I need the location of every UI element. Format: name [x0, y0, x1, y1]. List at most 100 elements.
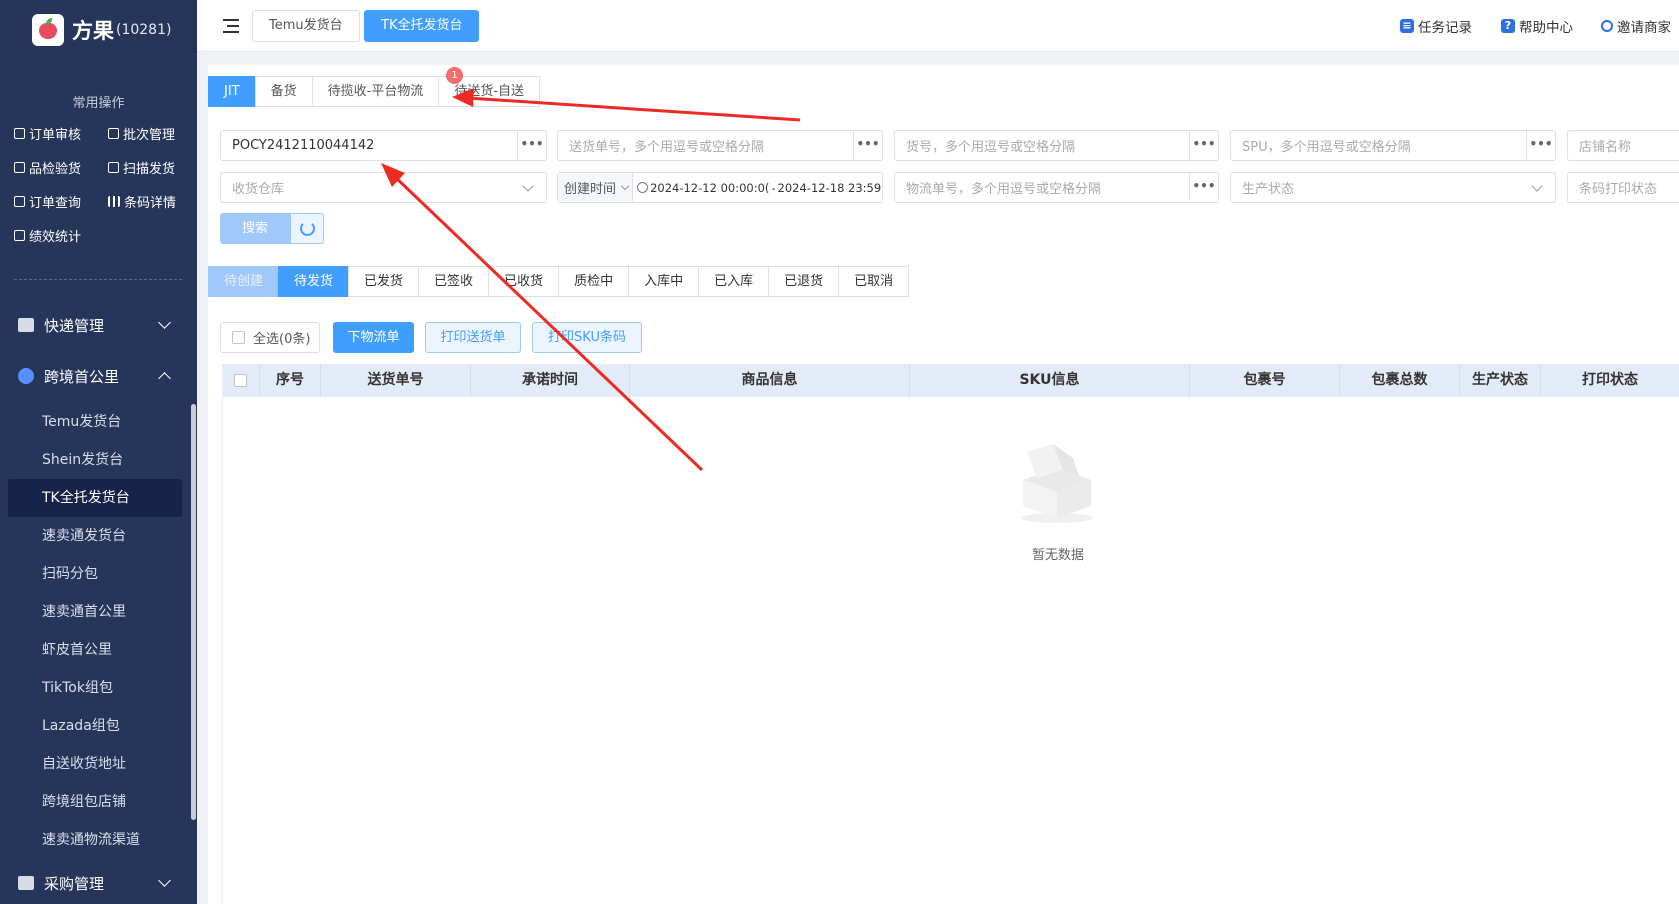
sidebar-item-self-address[interactable]: 自送收货地址: [0, 745, 197, 783]
date-type-label: 创建时间: [564, 182, 617, 197]
shop-field[interactable]: 店铺名称: [1567, 130, 1679, 161]
more-icon[interactable]: •••: [1189, 131, 1218, 160]
checkbox-icon[interactable]: [232, 331, 245, 344]
sidebar-item-scan-split[interactable]: 扫码分包: [0, 555, 197, 593]
help-center-link[interactable]: ? 帮助中心: [1501, 16, 1573, 36]
delivery-no-field[interactable]: 送货单号，多个用逗号或空格分隔 •••: [557, 130, 883, 161]
search-button[interactable]: 搜索: [220, 213, 290, 244]
status-tab-signed[interactable]: 已签收: [418, 266, 490, 297]
menu-group-label: 采购管理: [44, 874, 105, 893]
date-range-input[interactable]: 2024-12-12 00:00:0( - 2024-12-18 23:59:5…: [633, 181, 882, 195]
user-icon: [1601, 20, 1613, 32]
barcode-print-status-select[interactable]: 条码打印状态: [1567, 172, 1679, 203]
order-no-input[interactable]: POCY2412110044142: [221, 138, 517, 153]
status-tab-shipped[interactable]: 已发货: [348, 266, 420, 297]
order-no-field[interactable]: POCY2412110044142 •••: [220, 130, 547, 161]
sidebar-item-aliexpress-channel[interactable]: 速卖通物流渠道: [0, 821, 197, 859]
column-header: 商品信息: [630, 364, 910, 397]
clock-icon: [637, 182, 649, 193]
production-status-select[interactable]: 生产状态: [1230, 172, 1556, 203]
tab-pending-pickup[interactable]: 待揽收-平台物流: [311, 76, 440, 107]
spu-field[interactable]: SPU，多个用逗号或空格分隔 •••: [1230, 130, 1556, 161]
sidebar-item-pack-shop[interactable]: 跨境组包店铺: [0, 783, 197, 821]
create-logistics-button[interactable]: 下物流单: [333, 322, 414, 353]
chevron-down-icon: [158, 874, 171, 887]
status-tab-inspecting[interactable]: 质检中: [558, 266, 630, 297]
sidebar-item-temu[interactable]: Temu发货台: [0, 403, 197, 441]
status-tab-received[interactable]: 已收货: [488, 266, 560, 297]
audit-icon: [14, 128, 25, 139]
calendar-icon: [18, 318, 34, 332]
task-log-link[interactable]: ≡ 任务记录: [1400, 16, 1472, 36]
more-icon[interactable]: •••: [517, 131, 546, 160]
scan-icon: [108, 162, 119, 173]
help-icon: ?: [1501, 19, 1515, 33]
invite-label: 邀请商家: [1617, 20, 1671, 36]
checkbox-icon[interactable]: [234, 373, 247, 387]
warehouse-select[interactable]: 收货仓库: [220, 172, 547, 203]
chevron-up-icon: [158, 372, 171, 385]
date-type-select[interactable]: 创建时间: [558, 173, 634, 202]
menu-toggle-icon[interactable]: [223, 19, 239, 33]
barcode-print-status-placeholder: 条码打印状态: [1579, 182, 1658, 197]
quick-op-barcode[interactable]: 条码详情: [108, 192, 189, 211]
status-tab-to-ship[interactable]: 待发货: [278, 266, 350, 297]
print-sku-button[interactable]: 打印SKU条码: [532, 322, 642, 353]
shop-input[interactable]: 店铺名称: [1568, 136, 1679, 155]
sidebar-scrollbar[interactable]: [191, 404, 196, 820]
tab-stock[interactable]: 备货: [254, 76, 313, 107]
menu-group-crossborder[interactable]: 跨境首公里: [0, 353, 197, 399]
logistics-no-input[interactable]: 物流单号，多个用逗号或空格分隔: [895, 178, 1189, 197]
more-icon[interactable]: •••: [853, 131, 882, 160]
spu-input[interactable]: SPU，多个用逗号或空格分隔: [1231, 136, 1526, 155]
table-header: 序号 送货单号 承诺时间 商品信息 SKU信息 包裹号 包裹总数 生产状态 打印…: [222, 364, 1679, 397]
print-delivery-button[interactable]: 打印送货单: [425, 322, 521, 353]
sidebar-item-tk[interactable]: TK全托发货台: [8, 479, 182, 517]
invite-link[interactable]: 邀请商家: [1601, 16, 1671, 36]
quick-op-order-audit[interactable]: 订单审核: [14, 124, 108, 143]
logistics-no-field[interactable]: 物流单号，多个用逗号或空格分隔 •••: [894, 172, 1219, 203]
more-icon[interactable]: •••: [1526, 131, 1555, 160]
status-tab-warehoused[interactable]: 已入库: [698, 266, 770, 297]
tab-jit[interactable]: JIT: [208, 76, 256, 107]
sidebar-item-shopee-firstmile[interactable]: 虾皮首公里: [0, 631, 197, 669]
delivery-no-input[interactable]: 送货单号，多个用逗号或空格分隔: [558, 136, 853, 155]
sidebar-divider: [14, 279, 182, 280]
status-tab-to-create[interactable]: 待创建: [208, 266, 280, 297]
quick-op-order-query[interactable]: 订单查询: [14, 192, 108, 211]
item-no-input[interactable]: 货号，多个用逗号或空格分隔: [895, 136, 1189, 155]
sidebar-item-shein[interactable]: Shein发货台: [0, 441, 197, 479]
status-tab-warehousing[interactable]: 入库中: [628, 266, 700, 297]
table-body: [222, 397, 1679, 904]
column-header: 包裹号: [1190, 364, 1340, 397]
sidebar-item-lazada-pack[interactable]: Lazada组包: [0, 707, 197, 745]
quick-op-inspect[interactable]: 品检验货: [14, 158, 108, 177]
quick-op-label: 订单查询: [29, 196, 82, 211]
sidebar-item-aliexpress-firstmile[interactable]: 速卖通首公里: [0, 593, 197, 631]
item-no-field[interactable]: 货号，多个用逗号或空格分隔 •••: [894, 130, 1219, 161]
top-tab-tk[interactable]: TK全托发货台: [364, 10, 480, 42]
header-checkbox-cell[interactable]: [222, 364, 260, 397]
date-end: 2024-12-18 23:59:59: [777, 180, 882, 195]
menu-group-purchase[interactable]: 采购管理: [0, 860, 197, 904]
quick-op-stats[interactable]: 绩效统计: [14, 226, 108, 245]
top-tab-temu[interactable]: Temu发货台: [252, 10, 360, 42]
quick-op-scan-ship[interactable]: 扫描发货: [108, 158, 189, 177]
sidebar-item-tiktok-pack[interactable]: TikTok组包: [0, 669, 197, 707]
quick-op-batch[interactable]: 批次管理: [108, 124, 189, 143]
column-header: 序号: [260, 364, 321, 397]
chevron-down-icon: [522, 179, 534, 192]
refresh-button[interactable]: [290, 213, 324, 244]
empty-state-text: 暂无数据: [1031, 548, 1084, 563]
task-log-label: 任务记录: [1418, 20, 1472, 36]
date-range-field[interactable]: 创建时间 2024-12-12 00:00:0( - 2024-12-18 23…: [557, 172, 883, 203]
app-logo[interactable]: 方果 (10281): [32, 14, 171, 46]
menu-group-express[interactable]: 快递管理: [0, 302, 197, 348]
select-all-checkbox[interactable]: 全选(0条): [220, 322, 320, 353]
status-tab-returned[interactable]: 已退货: [768, 266, 840, 297]
status-tab-cancelled[interactable]: 已取消: [838, 266, 910, 297]
app-name: 方果: [72, 19, 114, 43]
more-icon[interactable]: •••: [1189, 173, 1218, 202]
sidebar-item-aliexpress[interactable]: 速卖通发货台: [0, 517, 197, 555]
stats-icon: [14, 230, 25, 241]
